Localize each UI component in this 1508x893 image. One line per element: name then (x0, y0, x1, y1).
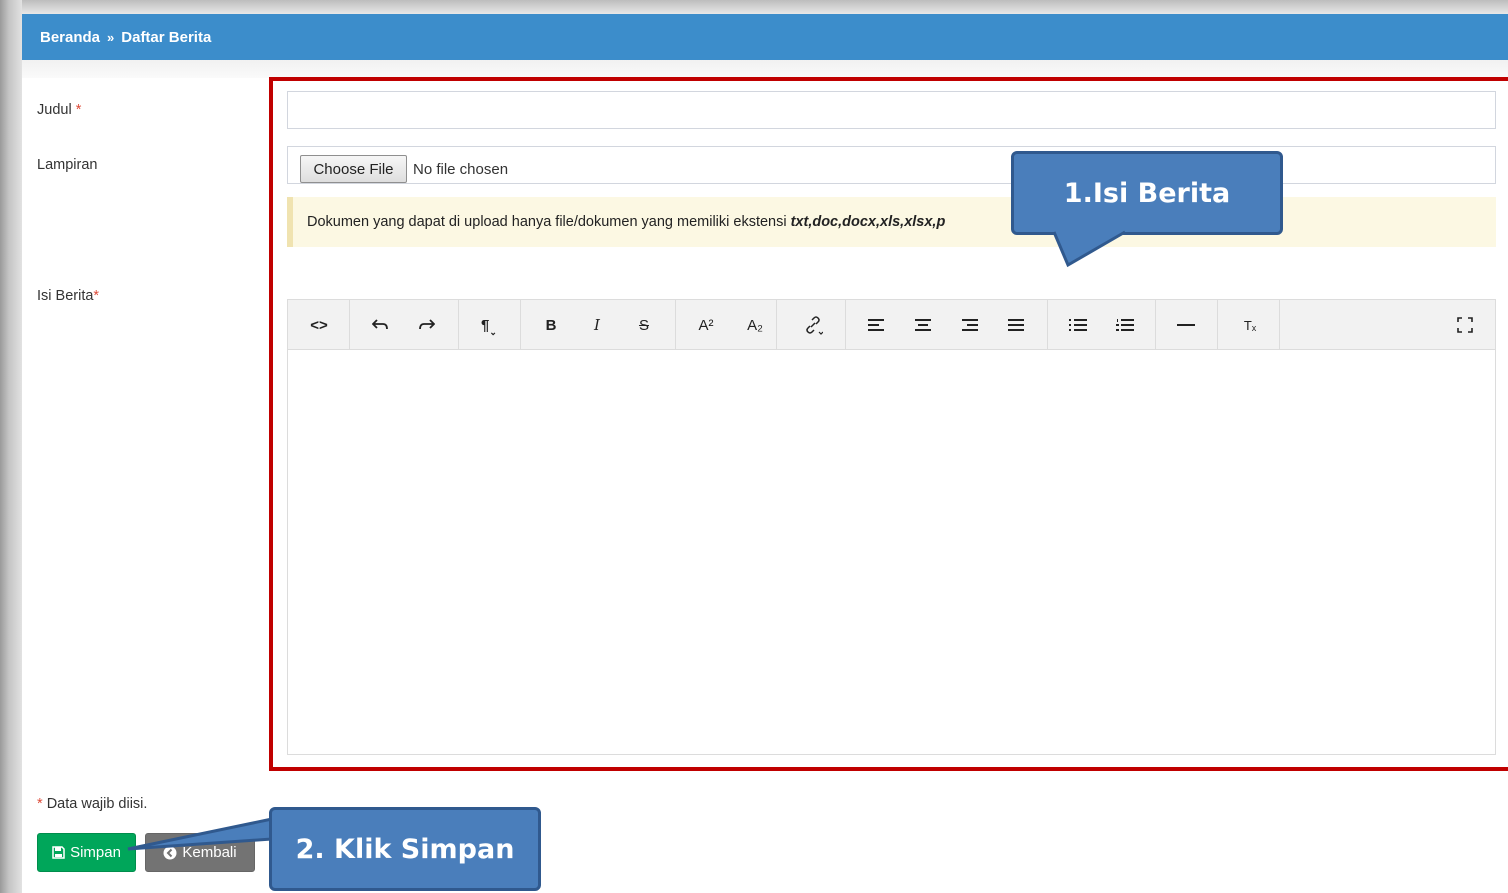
upload-note-text: Dokumen yang dapat di upload hanya file/… (307, 214, 787, 230)
breadcrumb: Beranda » Daftar Berita (22, 14, 1508, 60)
breadcrumb-separator: » (107, 29, 115, 45)
upload-note: Dokumen yang dapat di upload hanya file/… (287, 197, 1496, 247)
required-note-mark: * (37, 796, 43, 812)
undo-icon[interactable] (365, 313, 395, 337)
title-input[interactable] (287, 91, 1496, 129)
floppy-disk-icon (52, 846, 65, 859)
upload-extensions: txt,doc,docx,xls,xlsx,p (790, 214, 946, 230)
paragraph-glyph: ¶ (481, 316, 490, 334)
clear-format-icon[interactable]: Tₓ (1235, 313, 1265, 337)
fullscreen-icon[interactable] (1450, 313, 1480, 337)
rich-text-editor: <> ¶ ⌄ B I S A² A₂ Tₓ (287, 299, 1496, 755)
redo-icon[interactable] (412, 313, 442, 337)
header-shadow (22, 60, 1508, 78)
left-shadow (0, 0, 22, 893)
align-right-icon[interactable] (955, 313, 985, 337)
content-required-mark: * (93, 288, 100, 304)
bold-icon[interactable]: B (536, 313, 566, 337)
editor-content-area[interactable] (288, 351, 1495, 755)
breadcrumb-current[interactable]: Daftar Berita (121, 29, 211, 46)
save-button-label: Simpan (70, 844, 121, 861)
callout-isi-berita-pointer-icon (1052, 230, 1126, 268)
title-required-mark: * (75, 102, 82, 118)
strikethrough-icon[interactable]: S (629, 313, 659, 337)
attachment-label: Lampiran (37, 157, 98, 173)
align-center-icon[interactable] (908, 313, 938, 337)
horizontal-rule-icon[interactable] (1171, 313, 1201, 337)
callout-isi-berita: 1.Isi Berita (1011, 151, 1283, 235)
editor-toolbar: <> ¶ ⌄ B I S A² A₂ Tₓ (288, 300, 1495, 350)
title-label-text: Judul (37, 102, 72, 118)
link-icon[interactable] (798, 313, 828, 337)
required-note: * Data wajib diisi. (37, 796, 147, 812)
code-view-icon[interactable]: <> (304, 313, 334, 337)
align-justify-icon[interactable] (1001, 313, 1031, 337)
subscript-icon[interactable]: A₂ (740, 313, 770, 337)
italic-icon[interactable]: I (582, 313, 612, 337)
choose-file-button[interactable]: Choose File (300, 155, 407, 183)
content-label-text: Isi Berita (37, 288, 94, 304)
breadcrumb-home-link[interactable]: Beranda (40, 29, 100, 46)
unordered-list-icon[interactable] (1063, 313, 1093, 337)
file-status-text: No file chosen (413, 161, 509, 178)
paragraph-icon[interactable]: ¶ ⌄ (474, 313, 504, 337)
content-label: Isi Berita* (37, 288, 99, 304)
top-strip (0, 0, 1508, 14)
callout-isi-berita-text: 1.Isi Berita (1063, 177, 1231, 209)
title-label: Judul * (37, 102, 81, 118)
paragraph-dropdown-caret-icon: ⌄ (489, 326, 497, 337)
align-left-icon[interactable] (861, 313, 891, 337)
save-button[interactable]: Simpan (37, 833, 136, 872)
required-note-text: Data wajib diisi. (46, 796, 148, 812)
callout-klik-simpan-text: 2. Klik Simpan (295, 833, 515, 865)
callout-simpan-pointer-icon (127, 817, 273, 851)
callout-klik-simpan: 2. Klik Simpan (269, 807, 541, 891)
ordered-list-icon[interactable] (1110, 313, 1140, 337)
superscript-icon[interactable]: A² (691, 313, 721, 337)
